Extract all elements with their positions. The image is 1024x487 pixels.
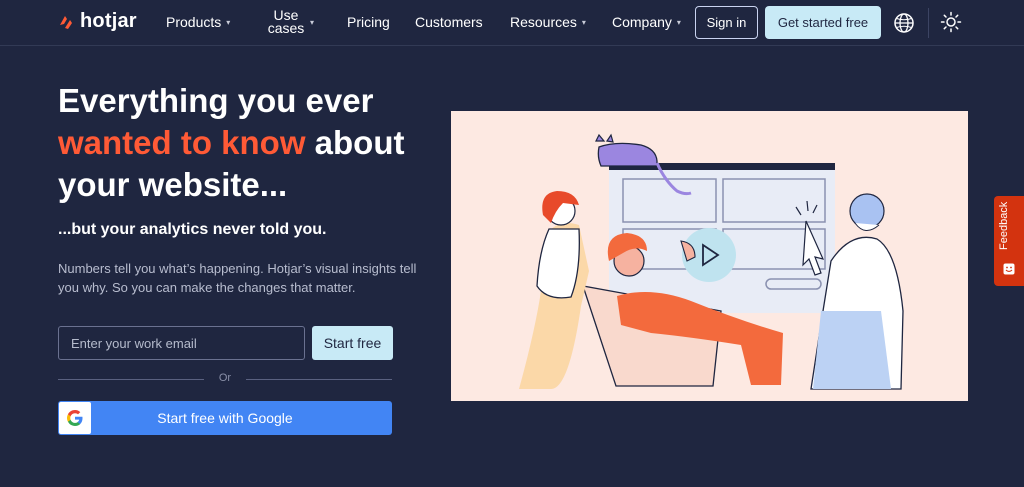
- nav-customers[interactable]: Customers: [415, 0, 483, 44]
- hero-description: Numbers tell you what’s happening. Hotja…: [58, 261, 417, 295]
- nav-resources-label: Resources: [510, 14, 577, 30]
- people-with-website-illustration: [519, 133, 904, 390]
- nav-pricing[interactable]: Pricing: [347, 0, 390, 44]
- nav-divider: [928, 8, 929, 38]
- sun-icon[interactable]: [940, 11, 962, 33]
- nav-customers-label: Customers: [415, 14, 483, 30]
- smiley-icon: [1003, 263, 1015, 275]
- feedback-label: Feedback: [998, 201, 1010, 250]
- get-started-free-button[interactable]: Get started free: [765, 6, 881, 39]
- chevron-down-icon: ▾: [226, 17, 231, 27]
- logo-text: hotjar: [80, 10, 137, 32]
- google-button-label: Start free with Google: [157, 410, 293, 426]
- nav-company-label: Company: [612, 14, 672, 30]
- or-divider-left: [58, 379, 204, 380]
- work-email-input[interactable]: [58, 326, 305, 360]
- headline-line-3: your website...: [58, 166, 288, 203]
- nav-use-cases-label: Use cases: [267, 7, 305, 36]
- google-icon: [67, 410, 83, 426]
- globe-icon[interactable]: [893, 12, 915, 34]
- nav-products-label: Products: [166, 14, 222, 30]
- chevron-down-icon: ▾: [310, 17, 315, 27]
- feedback-tab[interactable]: Feedback: [994, 196, 1024, 286]
- start-free-button[interactable]: Start free: [312, 326, 393, 360]
- start-free-with-google-button[interactable]: Start free with Google: [58, 401, 392, 435]
- hotjar-flame-icon: [60, 15, 72, 29]
- nav-use-cases[interactable]: Use cases ▾: [267, 0, 325, 44]
- hero-illustration: [451, 111, 968, 401]
- old-man-legs: [813, 311, 891, 389]
- top-nav: hotjar Products ▾ Use cases ▾ Pricing Cu…: [0, 0, 1024, 46]
- nav-products[interactable]: Products ▾: [166, 0, 230, 44]
- headline-after-accent: about: [305, 124, 405, 161]
- sign-in-button[interactable]: Sign in: [695, 6, 758, 39]
- headline-accent: wanted to know: [58, 124, 306, 161]
- or-divider-right: [246, 379, 392, 380]
- hero-headline: Everything you ever wanted to know about…: [58, 80, 438, 206]
- google-icon-box: [59, 402, 91, 434]
- woman-shirt: [536, 228, 580, 299]
- headline-line-1: Everything you ever: [58, 82, 374, 119]
- hotjar-logo[interactable]: hotjar: [58, 10, 137, 33]
- nav-company[interactable]: Company ▾: [612, 0, 681, 44]
- chevron-down-icon: ▾: [581, 17, 586, 27]
- nav-resources[interactable]: Resources ▾: [510, 0, 586, 44]
- cat-body: [597, 142, 658, 167]
- chevron-down-icon: ▾: [676, 17, 681, 27]
- nav-pricing-label: Pricing: [347, 14, 390, 30]
- hero-subheadline: ...but your analytics never told you.: [58, 221, 327, 238]
- or-label: Or: [218, 372, 232, 384]
